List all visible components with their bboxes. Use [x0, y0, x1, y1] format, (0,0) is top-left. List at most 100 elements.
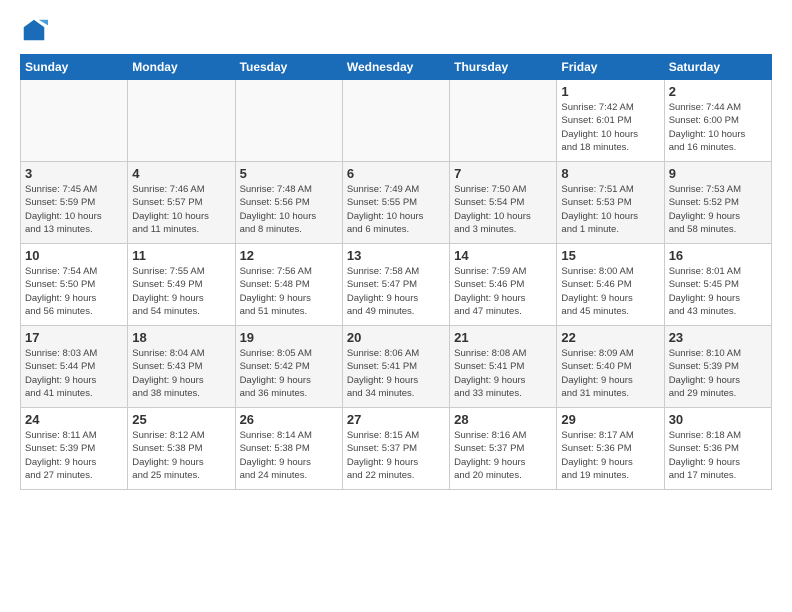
- day-info: Sunrise: 7:59 AM Sunset: 5:46 PM Dayligh…: [454, 265, 552, 318]
- weekday-header-saturday: Saturday: [664, 55, 771, 80]
- weekday-header-wednesday: Wednesday: [342, 55, 449, 80]
- calendar-cell: 3 Sunrise: 7:45 AM Sunset: 5:59 PM Daylig…: [21, 162, 128, 244]
- calendar-cell: 29 Sunrise: 8:17 AM Sunset: 5:36 PM Dayli…: [557, 408, 664, 490]
- calendar-cell: 16 Sunrise: 8:01 AM Sunset: 5:45 PM Dayli…: [664, 244, 771, 326]
- calendar-cell: 22 Sunrise: 8:09 AM Sunset: 5:40 PM Dayli…: [557, 326, 664, 408]
- logo-icon: [20, 16, 48, 44]
- week-row-3: 10 Sunrise: 7:54 AM Sunset: 5:50 PM Dayli…: [21, 244, 772, 326]
- day-info: Sunrise: 7:42 AM Sunset: 6:01 PM Dayligh…: [561, 101, 659, 154]
- weekday-header-thursday: Thursday: [450, 55, 557, 80]
- day-info: Sunrise: 8:09 AM Sunset: 5:40 PM Dayligh…: [561, 347, 659, 400]
- day-number: 30: [669, 412, 767, 427]
- day-number: 1: [561, 84, 659, 99]
- day-info: Sunrise: 8:01 AM Sunset: 5:45 PM Dayligh…: [669, 265, 767, 318]
- calendar-cell: 24 Sunrise: 8:11 AM Sunset: 5:39 PM Dayli…: [21, 408, 128, 490]
- day-number: 16: [669, 248, 767, 263]
- calendar-cell: 2 Sunrise: 7:44 AM Sunset: 6:00 PM Daylig…: [664, 80, 771, 162]
- calendar-cell: [342, 80, 449, 162]
- calendar-cell: [450, 80, 557, 162]
- calendar-cell: 4Sunrise: 7:46 AM Sunset: 5:57 PM Daylig…: [128, 162, 235, 244]
- day-info: Sunrise: 8:04 AM Sunset: 5:43 PM Dayligh…: [132, 347, 230, 400]
- calendar-cell: 5Sunrise: 7:48 AM Sunset: 5:56 PM Daylig…: [235, 162, 342, 244]
- calendar-cell: 25 Sunrise: 8:12 AM Sunset: 5:38 PM Dayli…: [128, 408, 235, 490]
- day-info: Sunrise: 7:58 AM Sunset: 5:47 PM Dayligh…: [347, 265, 445, 318]
- calendar-cell: 21 Sunrise: 8:08 AM Sunset: 5:41 PM Dayli…: [450, 326, 557, 408]
- day-number: 7: [454, 166, 552, 181]
- calendar-cell: 12 Sunrise: 7:56 AM Sunset: 5:48 PM Dayli…: [235, 244, 342, 326]
- calendar-cell: 1 Sunrise: 7:42 AM Sunset: 6:01 PM Daylig…: [557, 80, 664, 162]
- calendar-cell: 23 Sunrise: 8:10 AM Sunset: 5:39 PM Dayli…: [664, 326, 771, 408]
- day-number: 20: [347, 330, 445, 345]
- calendar-cell: 26 Sunrise: 8:14 AM Sunset: 5:38 PM Dayli…: [235, 408, 342, 490]
- weekday-header-friday: Friday: [557, 55, 664, 80]
- day-number: 2: [669, 84, 767, 99]
- day-info: Sunrise: 8:14 AM Sunset: 5:38 PM Dayligh…: [240, 429, 338, 482]
- day-info: Sunrise: 8:11 AM Sunset: 5:39 PM Dayligh…: [25, 429, 123, 482]
- day-info: Sunrise: 7:44 AM Sunset: 6:00 PM Dayligh…: [669, 101, 767, 154]
- week-row-2: 3 Sunrise: 7:45 AM Sunset: 5:59 PM Daylig…: [21, 162, 772, 244]
- day-info: Sunrise: 7:51 AM Sunset: 5:53 PM Dayligh…: [561, 183, 659, 236]
- day-number: 28: [454, 412, 552, 427]
- calendar-cell: [21, 80, 128, 162]
- day-number: 10: [25, 248, 123, 263]
- calendar-cell: 10 Sunrise: 7:54 AM Sunset: 5:50 PM Dayli…: [21, 244, 128, 326]
- logo: [20, 16, 52, 44]
- day-info: Sunrise: 7:54 AM Sunset: 5:50 PM Dayligh…: [25, 265, 123, 318]
- day-info: Sunrise: 8:10 AM Sunset: 5:39 PM Dayligh…: [669, 347, 767, 400]
- day-number: 3: [25, 166, 123, 181]
- day-info: Sunrise: 7:50 AM Sunset: 5:54 PM Dayligh…: [454, 183, 552, 236]
- day-number: 13: [347, 248, 445, 263]
- day-number: 26: [240, 412, 338, 427]
- day-info: Sunrise: 7:45 AM Sunset: 5:59 PM Dayligh…: [25, 183, 123, 236]
- weekday-header-tuesday: Tuesday: [235, 55, 342, 80]
- calendar-cell: 13 Sunrise: 7:58 AM Sunset: 5:47 PM Dayli…: [342, 244, 449, 326]
- day-number: 29: [561, 412, 659, 427]
- calendar-cell: 6 Sunrise: 7:49 AM Sunset: 5:55 PM Daylig…: [342, 162, 449, 244]
- day-info: Sunrise: 8:08 AM Sunset: 5:41 PM Dayligh…: [454, 347, 552, 400]
- day-number: 27: [347, 412, 445, 427]
- day-number: 14: [454, 248, 552, 263]
- weekday-header-monday: Monday: [128, 55, 235, 80]
- day-number: 25: [132, 412, 230, 427]
- week-row-4: 17Sunrise: 8:03 AM Sunset: 5:44 PM Dayli…: [21, 326, 772, 408]
- day-number: 12: [240, 248, 338, 263]
- day-number: 11: [132, 248, 230, 263]
- calendar-cell: 17Sunrise: 8:03 AM Sunset: 5:44 PM Dayli…: [21, 326, 128, 408]
- day-number: 8: [561, 166, 659, 181]
- calendar-cell: [128, 80, 235, 162]
- weekday-header-row: SundayMondayTuesdayWednesdayThursdayFrid…: [21, 55, 772, 80]
- day-number: 18: [132, 330, 230, 345]
- day-info: Sunrise: 7:53 AM Sunset: 5:52 PM Dayligh…: [669, 183, 767, 236]
- day-info: Sunrise: 8:17 AM Sunset: 5:36 PM Dayligh…: [561, 429, 659, 482]
- day-info: Sunrise: 8:12 AM Sunset: 5:38 PM Dayligh…: [132, 429, 230, 482]
- calendar-cell: 19Sunrise: 8:05 AM Sunset: 5:42 PM Dayli…: [235, 326, 342, 408]
- day-number: 21: [454, 330, 552, 345]
- calendar-cell: 27Sunrise: 8:15 AM Sunset: 5:37 PM Dayli…: [342, 408, 449, 490]
- calendar-cell: 18 Sunrise: 8:04 AM Sunset: 5:43 PM Dayli…: [128, 326, 235, 408]
- day-number: 22: [561, 330, 659, 345]
- page: SundayMondayTuesdayWednesdayThursdayFrid…: [0, 0, 792, 500]
- day-info: Sunrise: 8:03 AM Sunset: 5:44 PM Dayligh…: [25, 347, 123, 400]
- weekday-header-sunday: Sunday: [21, 55, 128, 80]
- day-info: Sunrise: 7:46 AM Sunset: 5:57 PM Dayligh…: [132, 183, 230, 236]
- calendar-cell: [235, 80, 342, 162]
- day-info: Sunrise: 8:06 AM Sunset: 5:41 PM Dayligh…: [347, 347, 445, 400]
- calendar-cell: 8 Sunrise: 7:51 AM Sunset: 5:53 PM Daylig…: [557, 162, 664, 244]
- day-number: 23: [669, 330, 767, 345]
- calendar-cell: 14 Sunrise: 7:59 AM Sunset: 5:46 PM Dayli…: [450, 244, 557, 326]
- calendar-cell: 20 Sunrise: 8:06 AM Sunset: 5:41 PM Dayli…: [342, 326, 449, 408]
- day-number: 15: [561, 248, 659, 263]
- day-info: Sunrise: 7:49 AM Sunset: 5:55 PM Dayligh…: [347, 183, 445, 236]
- day-info: Sunrise: 7:56 AM Sunset: 5:48 PM Dayligh…: [240, 265, 338, 318]
- calendar-cell: 30 Sunrise: 8:18 AM Sunset: 5:36 PM Dayli…: [664, 408, 771, 490]
- calendar-cell: 15 Sunrise: 8:00 AM Sunset: 5:46 PM Dayli…: [557, 244, 664, 326]
- calendar-table: SundayMondayTuesdayWednesdayThursdayFrid…: [20, 54, 772, 490]
- day-number: 24: [25, 412, 123, 427]
- day-info: Sunrise: 8:00 AM Sunset: 5:46 PM Dayligh…: [561, 265, 659, 318]
- calendar-cell: 7 Sunrise: 7:50 AM Sunset: 5:54 PM Daylig…: [450, 162, 557, 244]
- header: [20, 16, 772, 44]
- calendar-cell: 11Sunrise: 7:55 AM Sunset: 5:49 PM Dayli…: [128, 244, 235, 326]
- day-number: 6: [347, 166, 445, 181]
- day-info: Sunrise: 8:18 AM Sunset: 5:36 PM Dayligh…: [669, 429, 767, 482]
- day-number: 19: [240, 330, 338, 345]
